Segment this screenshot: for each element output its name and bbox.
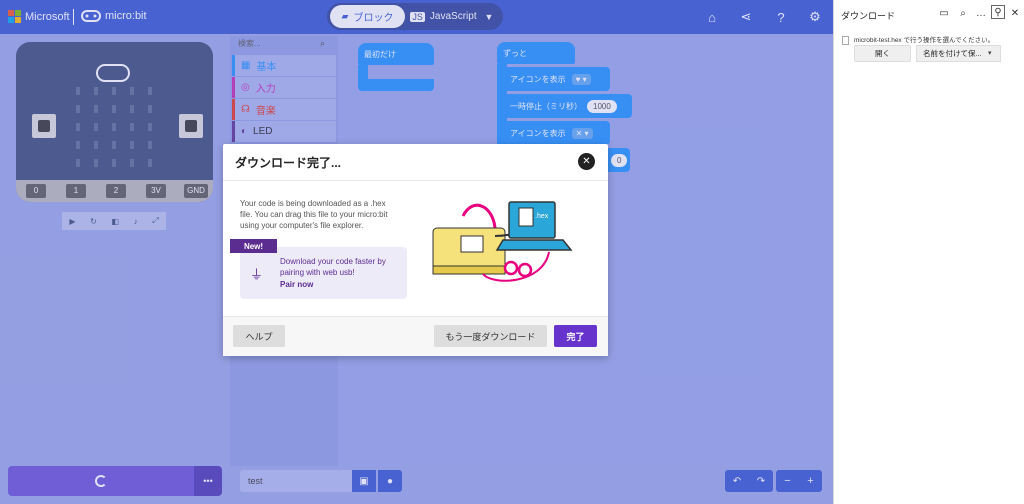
chevron-down-icon[interactable]: ▾ — [988, 49, 992, 57]
save-as-label: 名前を付けて保... — [923, 49, 982, 58]
makecode-app: Microsoft micro:bit ▰ ブロック JS JavaScript… — [0, 0, 833, 504]
redownload-button[interactable]: もう一度ダウンロード — [434, 325, 547, 347]
microbit-to-laptop-illustration: .hex — [432, 201, 573, 282]
dialog-divider-top — [223, 180, 608, 181]
pin-icon[interactable]: ⚲ — [991, 5, 1005, 19]
download-complete-dialog: ダウンロード完了... ✕ Your code is being downloa… — [223, 144, 608, 356]
search-icon[interactable]: ⌕ — [956, 6, 970, 20]
folder-icon[interactable]: ▭ — [937, 6, 951, 20]
close-icon[interactable]: ✕ — [578, 153, 595, 170]
downloads-title: ダウンロード — [841, 11, 896, 21]
new-badge: New! — [230, 239, 277, 253]
file-icon — [842, 36, 849, 45]
more-icon[interactable]: … — [974, 6, 988, 20]
help-button[interactable]: ヘルプ — [233, 325, 285, 347]
open-button[interactable]: 開く — [854, 45, 911, 62]
pair-now-link[interactable]: Pair now — [280, 280, 313, 289]
dialog-body-text: Your code is being downloaded as a .hex … — [240, 199, 388, 230]
hex-label: .hex — [535, 213, 549, 220]
browser-downloads-panel: ダウンロード ▭ ⌕ … ⚲ ✕ microbit-test.hex で行う操作… — [833, 0, 1024, 504]
usb-icon: ⏚ — [250, 267, 264, 282]
webusb-text: Download your code faster by pairing wit… — [280, 257, 386, 277]
download-file-message: microbit-test.hex で行う操作を選んでください。 — [854, 37, 995, 44]
dialog-title: ダウンロード完了... — [235, 156, 342, 170]
done-button[interactable]: 完了 — [554, 325, 597, 347]
close-icon[interactable]: ✕ — [1008, 6, 1022, 20]
